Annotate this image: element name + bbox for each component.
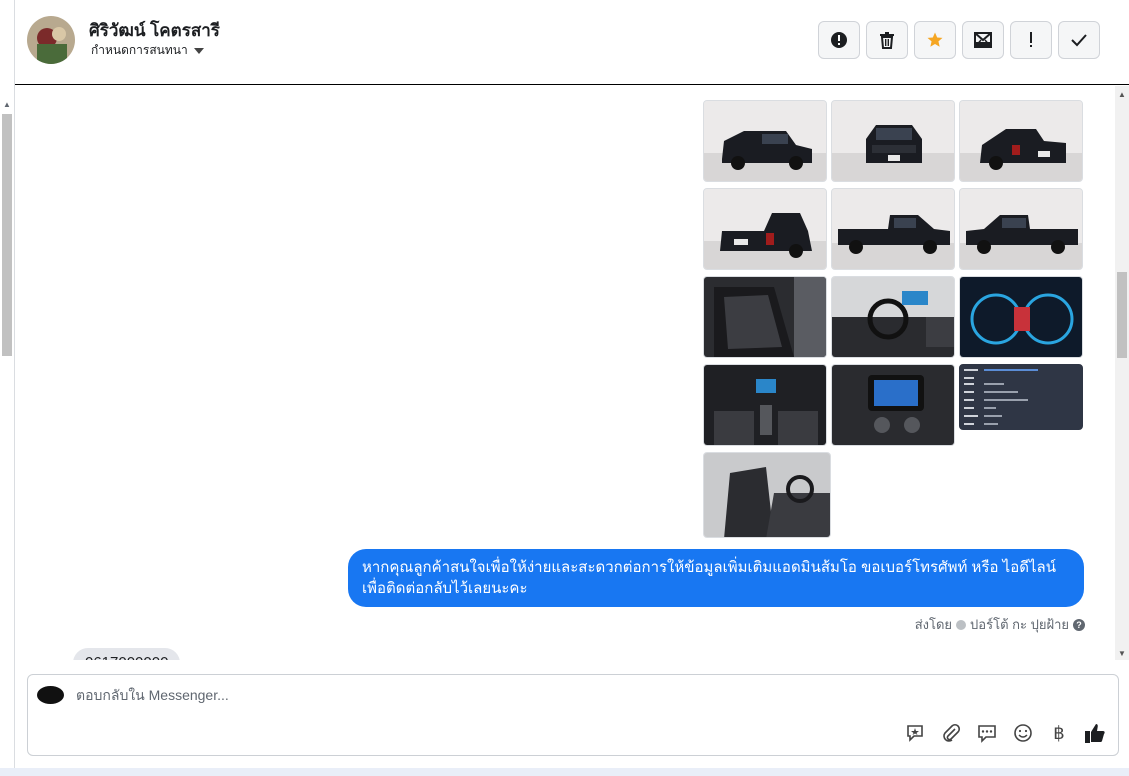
photo-attachment[interactable] — [959, 364, 1083, 430]
contact-name[interactable]: ศิริวัฒน์ โคตรสารี — [89, 17, 220, 44]
scroll-thumb[interactable] — [2, 114, 12, 356]
alert-circle-icon — [831, 32, 847, 48]
incoming-message-bubble[interactable]: 0617000000 — [73, 648, 181, 660]
assign-label: กำหนดการสนทนา — [91, 43, 188, 57]
bottom-bar — [0, 768, 1129, 776]
attachment-icon[interactable] — [940, 722, 962, 744]
left-scrollbar[interactable]: ▲ — [0, 0, 15, 770]
contact-avatar[interactable] — [27, 16, 75, 64]
outgoing-message-bubble[interactable]: หากคุณลูกค้าสนใจเพื่อให้ง่ายและสะดวกต่อก… — [348, 549, 1084, 607]
assign-conversation-dropdown[interactable]: กำหนดการสนทนา — [91, 41, 204, 60]
star-button[interactable] — [914, 21, 956, 59]
like-thumbs-up-icon[interactable] — [1084, 722, 1106, 744]
conversation-header: ศิริวัฒน์ โคตรสารี กำหนดการสนทนา — [15, 0, 1129, 85]
photo-attachment[interactable] — [831, 364, 955, 446]
sender-badge-icon — [956, 619, 967, 630]
photo-attachment[interactable] — [831, 276, 955, 358]
conversation-toolbar — [818, 21, 1100, 59]
photo-attachment[interactable] — [959, 188, 1083, 270]
reply-input[interactable] — [76, 687, 976, 703]
sent-by-info: ส่งโดย ปอร์โต้ กะ ปุยฝ้าย ? — [915, 614, 1085, 635]
caret-down-icon — [193, 47, 204, 54]
photo-attachment[interactable] — [703, 452, 831, 538]
composer-actions: ฿ — [904, 722, 1106, 744]
done-button[interactable] — [1058, 21, 1100, 59]
message-thread[interactable]: ▲ ▼ หากคุณลูกค้าสนใจเพื่อให้ง่ายและสะดวก… — [15, 86, 1129, 660]
photo-attachment[interactable] — [959, 100, 1083, 182]
mark-unread-button[interactable] — [962, 21, 1004, 59]
trash-icon — [880, 32, 894, 49]
photo-attachment[interactable] — [703, 364, 827, 446]
photo-attachment[interactable] — [703, 100, 827, 182]
help-icon[interactable]: ? — [1073, 618, 1085, 631]
priority-button[interactable] — [1010, 21, 1052, 59]
photo-attachment[interactable] — [703, 276, 827, 358]
saved-reply-icon[interactable] — [904, 722, 926, 744]
payment-baht-icon[interactable]: ฿ — [1048, 722, 1070, 744]
exclamation-icon — [1030, 32, 1032, 47]
sent-by-name: ปอร์โต้ กะ ปุยฝ้าย — [970, 617, 1069, 632]
star-icon — [927, 32, 943, 47]
photo-attachment[interactable] — [831, 188, 955, 270]
quick-reply-icon[interactable] — [976, 722, 998, 744]
photo-attachment[interactable] — [703, 188, 827, 270]
page-avatar — [37, 686, 64, 704]
reply-composer: ฿ — [27, 674, 1119, 756]
delete-button[interactable] — [866, 21, 908, 59]
inbox-conversation-view: ▲ ศิริวัฒน์ โคตรสารี กำหนดการสนทนา ▲ ▼ ห… — [0, 0, 1129, 776]
photo-attachment[interactable] — [959, 276, 1083, 358]
spam-button[interactable] — [818, 21, 860, 59]
photo-attachment[interactable] — [831, 100, 955, 182]
scroll-up-arrow-icon[interactable]: ▲ — [1118, 90, 1126, 99]
scroll-down-arrow-icon[interactable]: ▼ — [1118, 649, 1126, 658]
scroll-thumb[interactable] — [1117, 272, 1127, 358]
envelope-icon — [974, 32, 992, 48]
scroll-up-arrow-icon[interactable]: ▲ — [3, 100, 11, 109]
thread-scrollbar[interactable]: ▲ ▼ — [1115, 86, 1129, 660]
sent-by-prefix: ส่งโดย — [914, 617, 953, 632]
check-icon — [1071, 34, 1087, 47]
emoji-icon[interactable] — [1012, 722, 1034, 744]
